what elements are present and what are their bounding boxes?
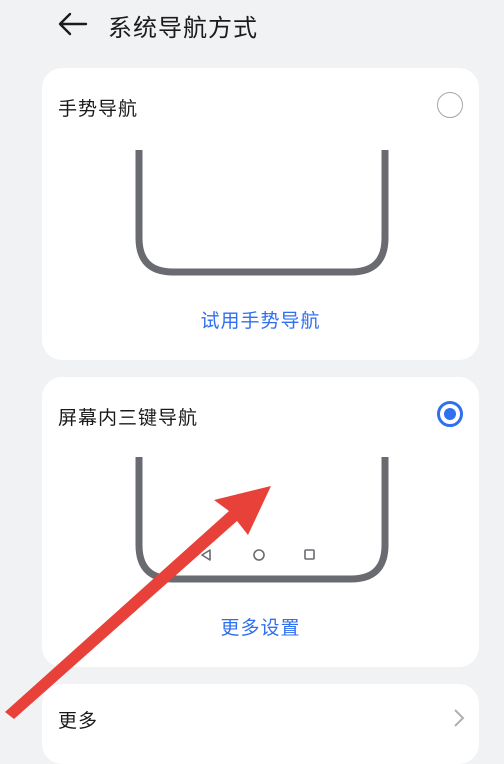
three-key-phone-illustration [135, 457, 389, 583]
try-gesture-navigation-link[interactable]: 试用手势导航 [42, 306, 479, 333]
more-settings-link[interactable]: 更多设置 [42, 613, 479, 640]
page-title: 系统导航方式 [108, 14, 258, 42]
header: 系统导航方式 [0, 0, 504, 52]
gesture-navigation-radio[interactable] [437, 92, 463, 118]
more-label: 更多 [58, 710, 99, 732]
three-key-navigation-radio[interactable] [437, 401, 463, 427]
back-arrow-icon[interactable] [56, 10, 90, 38]
gesture-phone-illustration [135, 150, 389, 276]
nav-home-icon [253, 549, 265, 561]
nav-back-icon [201, 549, 211, 561]
chevron-right-icon [454, 709, 465, 727]
gesture-navigation-card[interactable]: 手势导航 试用手势导航 [42, 68, 479, 360]
more-row[interactable]: 更多 [42, 684, 479, 764]
gesture-navigation-title: 手势导航 [58, 98, 139, 120]
three-key-navigation-card[interactable]: 屏幕内三键导航 更多设置 [42, 377, 479, 667]
nav-recent-icon [304, 549, 315, 560]
three-key-navigation-title: 屏幕内三键导航 [58, 407, 199, 429]
